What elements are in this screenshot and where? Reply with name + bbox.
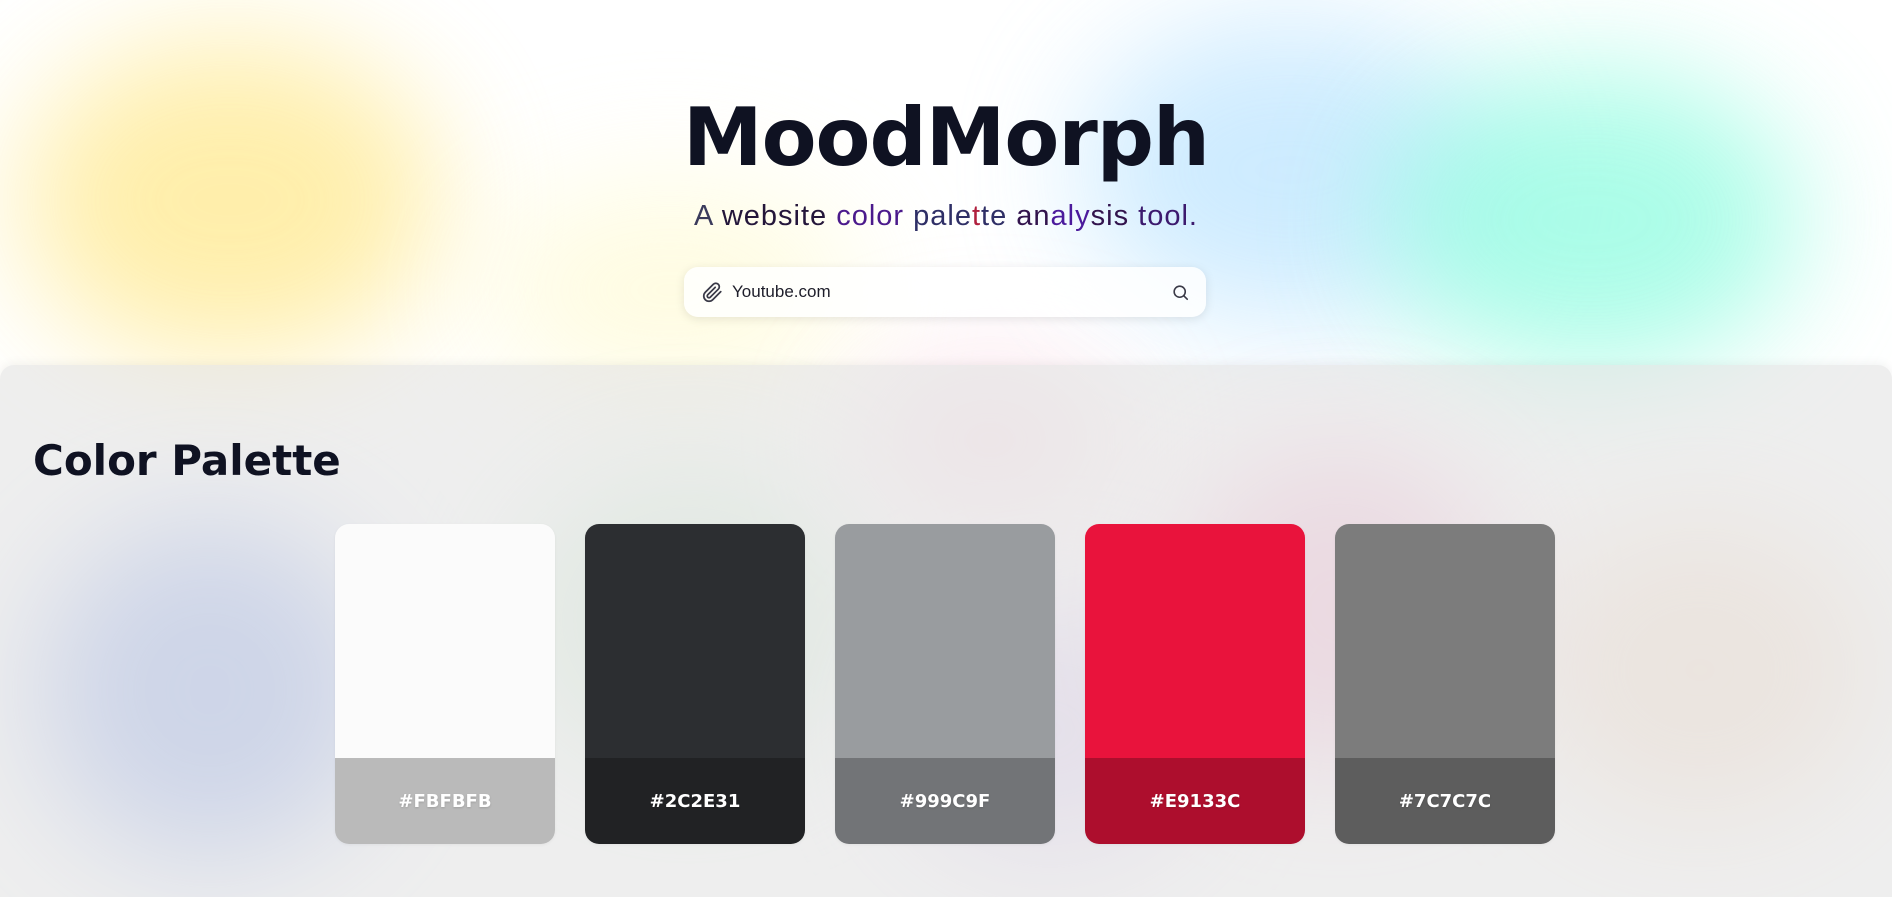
swatch-color-block[interactable] — [585, 524, 805, 758]
url-input[interactable] — [732, 277, 1168, 307]
swatch-color-block[interactable] — [835, 524, 1055, 758]
swatch-color-block[interactable] — [1085, 524, 1305, 758]
color-swatch[interactable]: #7C7C7C — [1335, 524, 1555, 844]
color-swatch[interactable]: #2C2E31 — [585, 524, 805, 844]
hero-section: MoodMorph A website color palette analys… — [0, 0, 1892, 365]
swatch-color-block[interactable] — [1335, 524, 1555, 758]
swatch-hex-label[interactable]: #E9133C — [1085, 758, 1305, 844]
color-swatch[interactable]: #E9133C — [1085, 524, 1305, 844]
color-swatch[interactable]: #FBFBFB — [335, 524, 555, 844]
color-palette-panel: Color Palette #FBFBFB #2C2E31 #999C9F #E… — [0, 365, 1892, 897]
search-icon[interactable] — [1168, 280, 1192, 304]
swatch-color-block[interactable] — [335, 524, 555, 758]
color-palette-heading: Color Palette — [33, 436, 341, 485]
swatch-hex-label[interactable]: #2C2E31 — [585, 758, 805, 844]
color-swatch[interactable]: #999C9F — [835, 524, 1055, 844]
swatch-hex-label[interactable]: #7C7C7C — [1335, 758, 1555, 844]
paperclip-icon[interactable] — [700, 280, 724, 304]
swatch-hex-label[interactable]: #999C9F — [835, 758, 1055, 844]
app-subtitle: A website color palette analysis tool. — [694, 200, 1198, 232]
swatch-hex-label[interactable]: #FBFBFB — [335, 758, 555, 844]
swatch-list: #FBFBFB #2C2E31 #999C9F #E9133C #7C7C7C — [335, 524, 1555, 844]
app-title: MoodMorph — [682, 91, 1210, 184]
url-search-bar[interactable] — [684, 267, 1206, 317]
